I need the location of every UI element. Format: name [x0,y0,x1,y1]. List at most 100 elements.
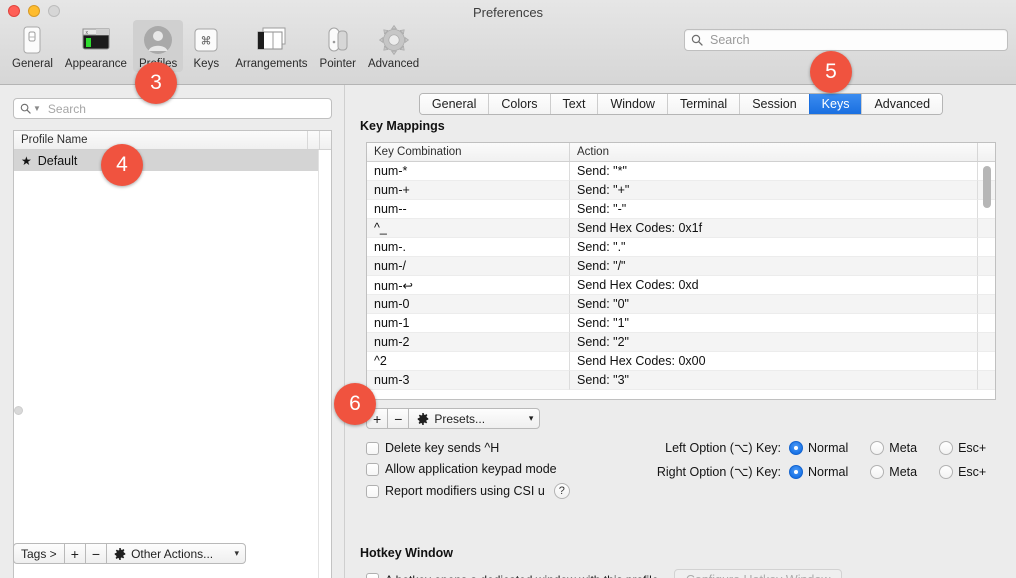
tab-text[interactable]: Text [549,94,598,114]
advanced-icon [378,23,410,57]
table-row[interactable]: ★ Default [14,150,331,171]
chevron-down-icon[interactable]: ▼ [33,104,41,113]
key-mappings-scrollbar[interactable] [982,164,993,398]
radio-right-meta[interactable]: Meta [870,464,918,479]
key-action: Send Hex Codes: 0xd [570,276,978,295]
key-mappings-footer: + − Presets... ▾ [366,408,541,429]
add-profile-button[interactable]: + [63,543,86,564]
tab-general[interactable]: General [419,94,489,114]
radio-indicator[interactable] [789,464,803,479]
table-row[interactable]: num-* Send: "*" [367,162,995,181]
search-input[interactable] [708,32,1001,48]
toolbar-item-advanced[interactable]: Advanced [362,20,425,72]
profile-list-table[interactable]: Profile Name ★ Default [13,130,332,578]
split-resize-handle[interactable] [14,406,23,415]
key-mappings-title: Key Mappings [360,119,445,133]
key-combination: ^_ [367,219,570,238]
appearance-icon: x [80,23,112,57]
annotation-badge-3: 3 [135,62,177,104]
configure-hotkey-window-button[interactable]: Configure Hotkey Window [673,569,843,578]
key-mappings-rows: num-* Send: "*" num-+ Send: "+" num-- Se… [367,162,995,399]
column-header-spacer-1 [307,131,319,149]
tab-colors[interactable]: Colors [488,94,550,114]
checkbox-box[interactable] [366,484,379,498]
key-combination: num-0 [367,295,570,314]
annotation-badge-5: 5 [810,51,852,93]
toolbar-item-keys[interactable]: ⌘ Keys [183,20,229,72]
radio-label: Meta [889,464,918,479]
presets-menu[interactable]: Presets... ▾ [408,408,541,429]
toolbar-item-arrangements[interactable]: Arrangements [229,20,313,72]
table-row[interactable]: num-0 Send: "0" [367,295,995,314]
profile-table-scroll-rail[interactable] [318,150,331,578]
checkbox-label: Allow application keypad mode [385,462,557,476]
profile-table-header: Profile Name [14,131,331,150]
radio-indicator[interactable] [870,440,885,455]
remove-mapping-button[interactable]: − [387,408,410,429]
radio-indicator[interactable] [870,464,885,479]
remove-profile-button[interactable]: − [84,543,108,564]
table-row[interactable]: num-. Send: "." [367,238,995,257]
hotkey-window-row: A hotkey opens a dedicated window with t… [366,569,843,578]
checkbox-box[interactable] [366,462,379,476]
tab-terminal[interactable]: Terminal [666,94,740,114]
toolbar-item-general[interactable]: General [6,20,59,72]
keys-icon: ⌘ [192,23,220,57]
key-mappings-table[interactable]: Key Combination Action num-* Send: "*" n… [366,142,996,400]
column-header-profile-name[interactable]: Profile Name [14,131,307,149]
profile-name: Default [37,153,78,168]
radio-label: Normal [808,464,849,479]
column-header-action[interactable]: Action [570,143,978,161]
toolbar-label: Advanced [367,58,420,70]
help-button[interactable]: ? [553,483,570,499]
toolbar-item-pointer[interactable]: Pointer [314,20,362,72]
radio-indicator[interactable] [789,440,803,455]
checkbox-box[interactable] [366,441,379,455]
tags-button[interactable]: Tags > [13,543,65,564]
checkbox-keypad-mode[interactable]: Allow application keypad mode [366,462,557,476]
profiles-sidebar: ▼ Profile Name ★ Default Tags > + − [0,85,345,578]
other-actions-menu[interactable]: Other Actions... ▾ [106,543,247,564]
keys-tab-content: Key Mappings Key Combination Action num-… [348,119,1014,578]
settings-pane: General Colors Text Window Terminal Sess… [346,85,1016,578]
profile-search-field[interactable]: ▼ [13,98,332,119]
radio-left-esc[interactable]: Esc+ [939,440,986,455]
table-row[interactable]: num-1 Send: "1" [367,314,995,333]
column-header-spacer-2 [319,131,331,149]
checkbox-box[interactable] [366,573,379,578]
table-row[interactable]: num-/ Send: "/" [367,257,995,276]
checkbox-delete-key-sends[interactable]: Delete key sends ^H [366,441,499,455]
checkbox-csi-u[interactable]: Report modifiers using CSI u ? [366,483,570,499]
column-header-key-combination[interactable]: Key Combination [367,143,570,161]
toolbar-search-field[interactable] [684,29,1008,51]
radio-indicator[interactable] [939,440,954,455]
scrollbar-thumb[interactable] [983,166,991,208]
tab-advanced[interactable]: Advanced [861,94,943,114]
key-combination: num-. [367,238,570,257]
radio-left-normal[interactable]: Normal [789,440,849,455]
table-row[interactable]: num-3 Send: "3" [367,371,995,390]
radio-right-normal[interactable]: Normal [789,464,849,479]
radio-right-esc[interactable]: Esc+ [939,464,986,479]
toolbar-label: Keys [193,58,220,70]
tab-keys[interactable]: Keys [808,94,862,114]
toolbar-item-appearance[interactable]: x Appearance [59,20,133,72]
table-row[interactable]: num-↩ Send Hex Codes: 0xd [367,276,995,295]
table-row[interactable]: num-+ Send: "+" [367,181,995,200]
table-row[interactable]: num-- Send: "-" [367,200,995,219]
key-action: Send Hex Codes: 0x00 [570,352,978,371]
left-option-key-row: Left Option (⌥) Key: Normal Meta Esc+ [653,440,994,455]
tab-window[interactable]: Window [597,94,667,114]
key-combination: num-1 [367,314,570,333]
key-combination: ^2 [367,352,570,371]
tab-session[interactable]: Session [739,94,809,114]
profile-search-input[interactable] [45,100,325,117]
radio-indicator[interactable] [939,464,954,479]
radio-label: Normal [808,440,849,455]
key-action: Send: "*" [570,162,978,181]
table-row[interactable]: num-2 Send: "2" [367,333,995,352]
table-row[interactable]: ^_ Send Hex Codes: 0x1f [367,219,995,238]
table-row[interactable]: ^2 Send Hex Codes: 0x00 [367,352,995,371]
key-action: Send: "2" [570,333,978,352]
radio-left-meta[interactable]: Meta [870,440,917,455]
